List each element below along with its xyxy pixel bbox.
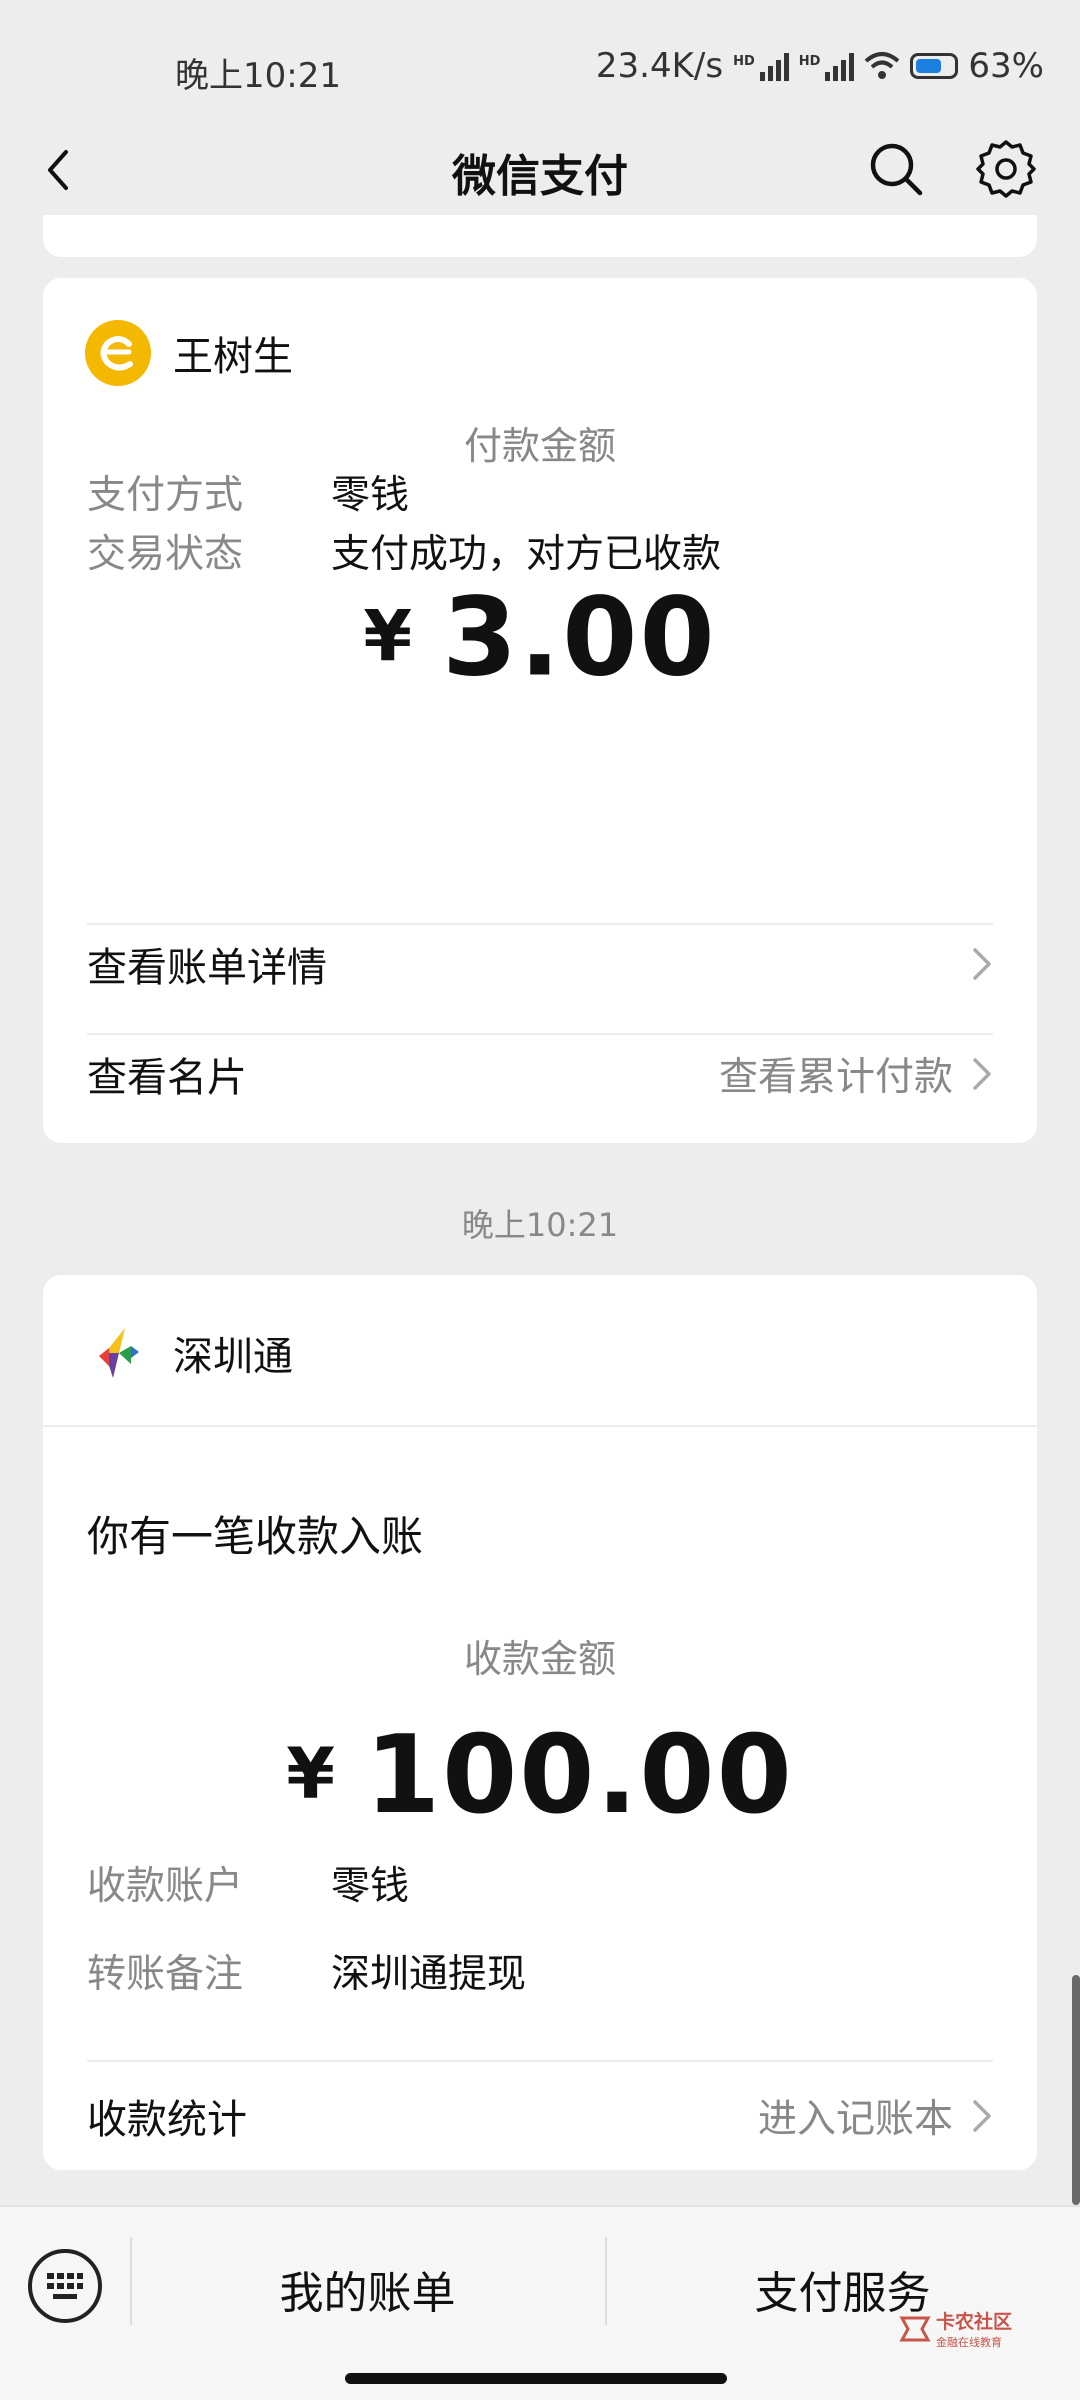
- keyboard-icon[interactable]: [28, 2249, 102, 2323]
- search-icon[interactable]: [865, 138, 927, 200]
- kv-row-status: 交易状态 支付成功，对方已收款: [87, 523, 721, 579]
- amount-display: ¥100.00: [43, 1713, 1037, 1838]
- bottom-bar: 我的账单 支付服务: [0, 2205, 1080, 2400]
- status-bar: 晚上10:21 23.4K/s HD HD 63%: [0, 0, 1080, 140]
- previous-card-edge: [43, 215, 1037, 257]
- receipt-notice: 你有一笔收款入账: [87, 1512, 424, 1561]
- currency-symbol: ¥: [286, 1733, 337, 1815]
- status-right: 23.4K/s HD HD 63%: [596, 46, 1044, 86]
- merchant-avatar-icon: [85, 320, 151, 386]
- amount-display: ¥3.00: [43, 576, 1037, 701]
- watermark-subtext: 金融在线教育: [936, 2336, 1002, 2349]
- status-time: 晚上10:21: [175, 56, 341, 96]
- cumulative-payment-link[interactable]: 查看累计付款: [719, 1046, 997, 1102]
- amount-label: 付款金额: [463, 424, 616, 468]
- my-bill-button[interactable]: 我的账单: [130, 2257, 605, 2321]
- merchant-header[interactable]: 王树生: [85, 320, 293, 386]
- kv-key: 转账备注: [87, 1952, 244, 1997]
- scrollbar[interactable]: [1072, 1975, 1080, 2205]
- nav-bar: 微信支付: [0, 120, 1080, 220]
- kv-key: 支付方式: [87, 473, 244, 518]
- ledger-link-label: 进入记账本: [757, 2097, 953, 2142]
- merchant-name: 深圳通: [173, 1334, 293, 1380]
- kv-row-remark: 转账备注 深圳通提现: [87, 1943, 526, 1999]
- receipt-card: 深圳通 你有一笔收款入账 收款金额 ¥100.00 收款账户 零钱 转账备注 深…: [43, 1275, 1037, 2170]
- kv-value: 零钱: [331, 1864, 410, 1909]
- merchant-name: 王树生: [173, 334, 293, 380]
- wifi-icon: [865, 52, 900, 79]
- chevron-right-icon: [973, 948, 991, 980]
- signal-icon: HD: [733, 51, 789, 81]
- kv-key: 收款账户: [87, 1864, 244, 1909]
- bill-detail-link[interactable]: 查看账单详情: [87, 910, 997, 1018]
- signal-icon-2: HD: [799, 51, 855, 81]
- gear-icon[interactable]: [975, 138, 1037, 200]
- amount-value: 3.00: [442, 575, 717, 701]
- payment-card: 王树生 付款金额 ¥3.00 支付方式 零钱 交易状态 支付成功，对方已收款 查…: [43, 278, 1037, 1143]
- receipt-stats-label: 收款统计: [87, 2097, 247, 2143]
- merchant-header[interactable]: 深圳通: [85, 1320, 293, 1386]
- chevron-right-icon: [973, 1058, 991, 1090]
- time-separator: 晚上10:21: [461, 1206, 619, 1244]
- shenzhentong-logo-icon: [99, 1328, 139, 1378]
- home-indicator[interactable]: [345, 2373, 727, 2384]
- kv-value: 零钱: [331, 473, 410, 518]
- battery-level: 63%: [968, 46, 1044, 86]
- bill-detail-label: 查看账单详情: [87, 945, 327, 991]
- net-speed: 23.4K/s: [595, 46, 724, 86]
- kv-value: 支付成功，对方已收款: [331, 532, 722, 577]
- view-card-label: 查看名片: [87, 1055, 247, 1101]
- currency-symbol: ¥: [363, 595, 415, 678]
- ledger-link[interactable]: 进入记账本: [758, 2088, 997, 2144]
- kv-key: 交易状态: [87, 532, 244, 577]
- cumulative-payment-label: 查看累计付款: [718, 1055, 953, 1100]
- watermark-text: 卡农社区: [936, 2311, 1013, 2333]
- battery-icon: [910, 53, 959, 79]
- amount-label: 收款金额: [463, 1637, 616, 1681]
- watermark-logo-icon: [899, 2316, 931, 2341]
- kv-row-account: 收款账户 零钱: [87, 1855, 409, 1911]
- amount-value: 100.00: [364, 1713, 794, 1838]
- watermark: 卡农社区 金融在线教育: [898, 2307, 1012, 2350]
- chevron-right-icon: [973, 2100, 991, 2132]
- receipt-stats-link[interactable]: 收款统计 进入记账本: [87, 2062, 997, 2170]
- view-card-link[interactable]: 查看名片 查看累计付款: [87, 1020, 997, 1128]
- kv-row-payment-method: 支付方式 零钱: [87, 464, 409, 520]
- kv-value: 深圳通提现: [331, 1952, 527, 1997]
- divider: [43, 1425, 1037, 1427]
